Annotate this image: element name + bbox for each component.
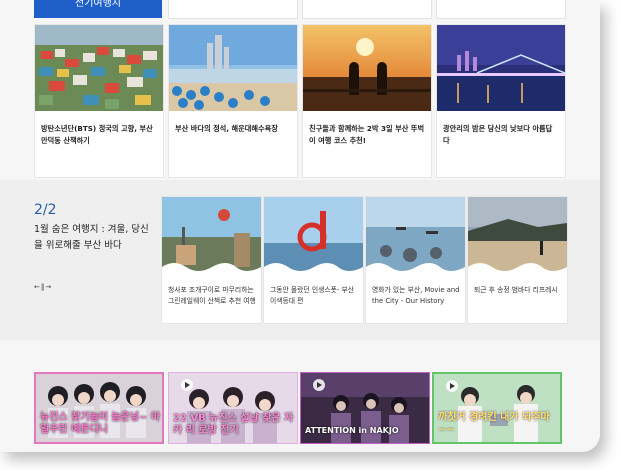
card-image-sea-boats — [366, 197, 465, 273]
video-caption: 까칫거 경려킨 내가 되주마~~ — [438, 412, 550, 435]
card-image-lighthouse — [264, 197, 363, 273]
top-strip: 전기여행지 — [0, 0, 600, 19]
card-title: 부산 바다의 정석, 해운대해수욕장 — [175, 124, 278, 133]
video-thumbnail[interactable]: 22 VB 뉴진스 설날 찾은 자카 리 로방 전기 — [168, 372, 298, 444]
top-category-button[interactable]: 전기여행지 — [34, 0, 162, 18]
video-caption: ATTENTION in NAKJO — [305, 426, 399, 435]
destination-card[interactable]: 그동안 몰랐던 인생스폿- 부산이색등대 편 — [263, 196, 364, 324]
card-title: 그동안 몰랐던 인생스폿- 부산이색등대 편 — [270, 286, 354, 305]
carousel-nav[interactable]: ←‖→ — [34, 283, 52, 291]
top-card[interactable] — [168, 0, 298, 19]
card-title: 방탄소년단(BTS) 정국의 고향, 부산 만덕동 산책하기 — [41, 124, 153, 145]
destination-card[interactable]: 부산 바다의 정석, 해운대해수욕장 — [168, 24, 298, 178]
card-image-songjeong-beach — [468, 197, 567, 273]
destination-card[interactable]: 청사포 조개구이로 마무리하는 그린레일웨이 산책로 추천 여행 — [161, 196, 262, 324]
destination-card[interactable]: 영화가 있는 부산, Movie and the City - Our Hist… — [365, 196, 466, 324]
card-image-beach — [169, 25, 297, 111]
destination-card[interactable]: 방탄소년단(BTS) 정국의 고향, 부산 만덕동 산책하기 — [34, 24, 164, 178]
card-image-cheongsapo — [162, 197, 261, 273]
section-heading: 1월 숨은 여행지 : 겨울, 당신을 위로해줄 부산 바다 — [34, 224, 149, 251]
video-thumbnail[interactable]: 뉴진스 찾기놀이 놀은넝~ 아일우린 예튼디니 — [34, 372, 164, 444]
page-frame: 전기여행지 방탄소년단(BTS) 정국의 고향, 부산 만덕동 산책하기 부산 … — [0, 0, 600, 452]
video-caption: 뉴진스 찾기놀이 놀은넝~ 아일우린 예튼디니 — [40, 412, 161, 435]
top-card[interactable] — [436, 0, 566, 19]
card-title: 친구들과 함께하는 2박 3일 부산 뚜벅이 여행 코스 추천! — [309, 124, 425, 145]
card-title: 영화가 있는 부산, Movie and the City - Our Hist… — [372, 286, 460, 305]
card-image-village — [35, 25, 163, 111]
video-thumbnail[interactable]: ATTENTION in NAKJO — [300, 372, 430, 444]
play-icon — [446, 380, 458, 392]
video-caption: 22 VB 뉴진스 설날 찾은 자카 리 로방 전기 — [173, 413, 294, 436]
card-title: 청사포 조개구이로 마무리하는 그린레일웨이 산책로 추천 여행 — [168, 286, 256, 305]
play-icon — [313, 379, 325, 391]
top-card[interactable] — [302, 0, 432, 19]
destination-card[interactable]: 친구들과 함께하는 2박 3일 부산 뚜벅이 여행 코스 추천! — [302, 24, 432, 178]
play-icon — [181, 379, 193, 391]
slide-counter: 2/2 — [34, 202, 57, 218]
card-image-sunset — [303, 25, 431, 111]
destination-card[interactable]: 광안리의 밤은 당신의 낮보다 아름답 다 — [436, 24, 566, 178]
video-thumbnail[interactable]: 까칫거 경려킨 내가 되주마~~ — [432, 372, 562, 444]
destination-card[interactable]: 퇴근 후 송정 범바다 리프레시 — [467, 196, 568, 324]
card-title: 광안리의 밤은 당신의 낮보다 아름답 다 — [443, 124, 553, 145]
card-title: 퇴근 후 송정 범바다 리프레시 — [474, 286, 558, 294]
card-image-bridge-night — [437, 25, 565, 111]
